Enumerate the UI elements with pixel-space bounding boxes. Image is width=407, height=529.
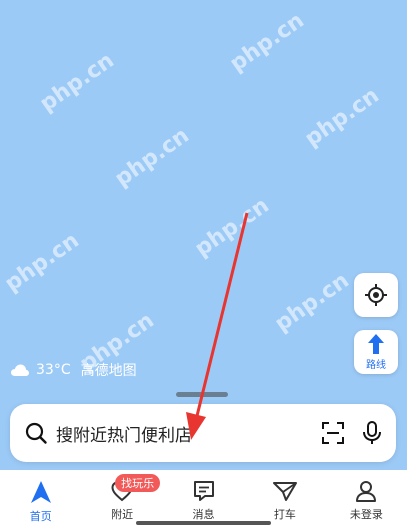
tab-nearby-label: 附近 [111, 508, 134, 521]
tab-taxi-label: 打车 [273, 508, 296, 521]
nearby-badge: 找玩乐 [115, 474, 161, 492]
watermark: php.cn [110, 123, 194, 192]
weather-widget[interactable]: 33°C 高德地图 [10, 360, 137, 380]
route-arrow-icon [368, 334, 384, 354]
route-label: 路线 [366, 360, 386, 371]
navigation-arrow-icon [30, 481, 51, 503]
map-view[interactable]: php.cn php.cn php.cn php.cn php.cn php.c… [0, 0, 407, 470]
weather-temperature: 33°C [36, 362, 71, 378]
watermark: php.cn [35, 48, 119, 117]
tab-home-label: 首页 [29, 510, 52, 523]
search-bar[interactable]: 搜附近热门便利店 [10, 404, 396, 462]
map-brand-logo: 高德地图 [80, 363, 137, 379]
cloud-icon [11, 364, 29, 376]
message-icon [193, 481, 214, 501]
watermark: php.cn [225, 8, 309, 77]
locate-button[interactable] [354, 273, 398, 317]
search-icon [25, 422, 47, 444]
watermark: php.cn [190, 193, 274, 262]
scan-icon[interactable] [322, 422, 344, 444]
microphone-icon[interactable] [362, 421, 382, 445]
watermark: php.cn [300, 83, 384, 152]
watermark: php.cn [0, 228, 84, 297]
tab-home[interactable]: 首页 [0, 470, 81, 529]
user-icon [356, 481, 377, 502]
watermark: php.cn [270, 268, 354, 337]
sheet-drag-handle[interactable] [176, 392, 228, 397]
tab-messages-label: 消息 [192, 508, 215, 521]
taxi-icon [272, 482, 297, 501]
tab-profile[interactable]: 未登录 [326, 470, 407, 529]
route-button[interactable]: 路线 [354, 330, 398, 374]
tab-profile-label: 未登录 [349, 508, 383, 521]
search-input[interactable]: 搜附近热门便利店 [56, 421, 322, 446]
home-indicator [136, 521, 271, 525]
locate-crosshair-icon [365, 284, 387, 306]
